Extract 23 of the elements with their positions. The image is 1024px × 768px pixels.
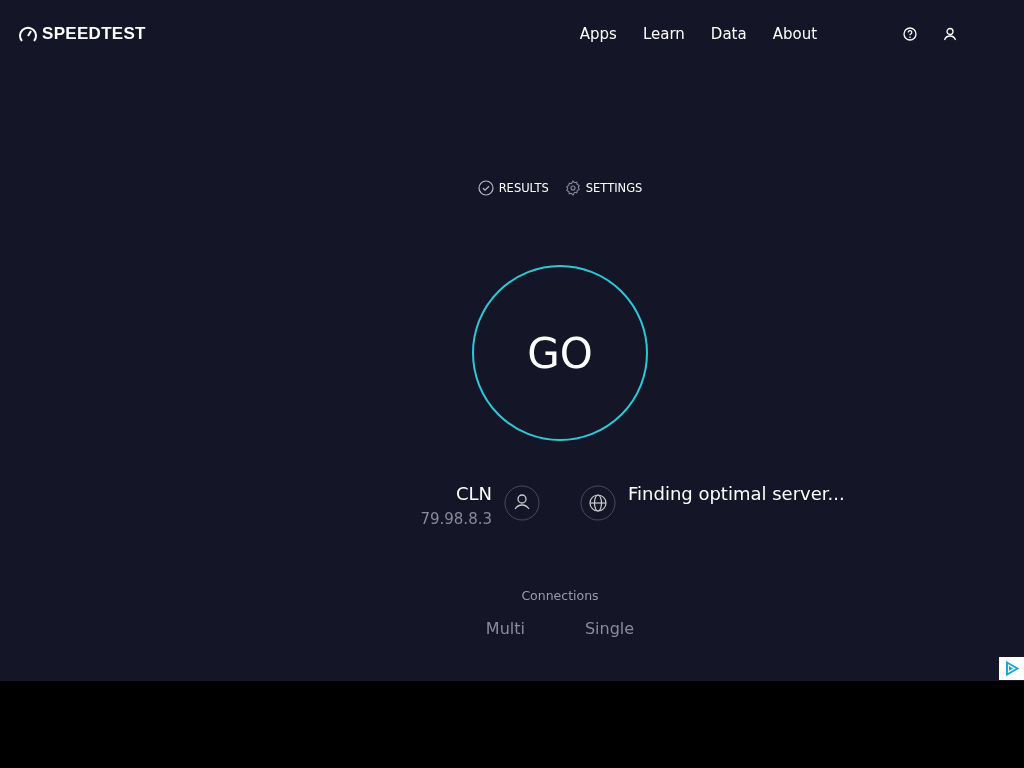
help-icon[interactable] — [903, 27, 918, 41]
gear-icon — [564, 180, 581, 196]
connection-option[interactable]: Multi — [485, 619, 525, 638]
nav-link[interactable]: Data — [710, 25, 747, 43]
connection-option[interactable]: Single — [584, 619, 635, 638]
settings-link[interactable]: SETTINGS — [564, 180, 643, 196]
go-button[interactable]: GO — [472, 265, 648, 441]
provider-name: CLN — [455, 483, 492, 504]
user-icon — [504, 485, 540, 521]
nav-link[interactable]: Learn — [642, 25, 685, 43]
results-link[interactable]: RESULTS — [477, 180, 549, 196]
ad-badge[interactable] — [999, 657, 1024, 680]
connections-label: Connections — [521, 588, 599, 603]
user-icon[interactable] — [943, 27, 958, 41]
speedometer-icon — [18, 25, 38, 43]
checkmark-circle-icon — [477, 180, 494, 196]
ip-address: 79.98.8.3 — [420, 510, 492, 528]
globe-icon — [580, 485, 616, 521]
server-status: Finding optimal server... — [628, 483, 845, 506]
nav-link[interactable]: About — [772, 25, 818, 43]
play-icon — [1004, 661, 1019, 676]
nav-link[interactable]: Apps — [579, 25, 617, 43]
logo-text[interactable]: SPEEDTEST — [42, 24, 146, 44]
